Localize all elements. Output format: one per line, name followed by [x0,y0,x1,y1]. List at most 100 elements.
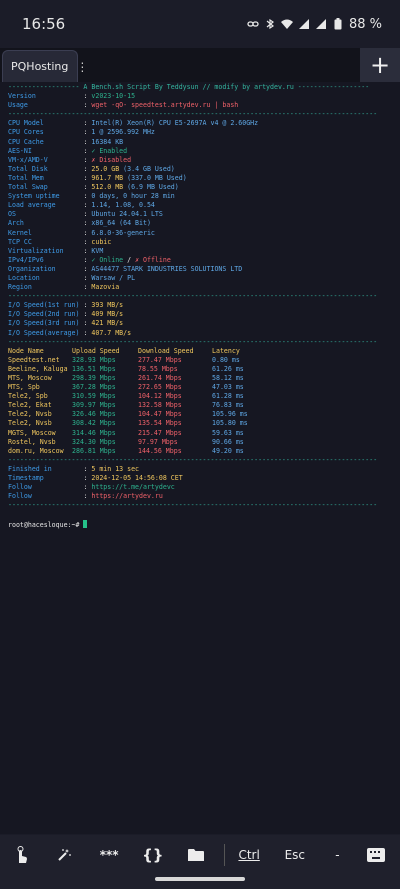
info-value: 961.7 MB [91,173,124,182]
io-key: I/O Speed(2nd run) [8,310,80,319]
io-value: 409 MB/s [91,310,124,319]
info-value: https://artydev.ru [91,492,163,501]
info-value: cubic [91,237,112,246]
dash-key[interactable]: - [323,835,353,875]
speed-cell: 309.97 Mbps [72,401,116,410]
speed-cell: MTS, Spb [8,383,40,392]
info-value-extra: ✗ Offline [135,255,171,264]
info-value: KVM [91,246,104,255]
key-padding [36,92,84,100]
speed-cell: 76.83 ms [212,401,244,410]
info-row: Total Swap : 512.0 MB (6.9 MB Used) [8,183,392,192]
key-padding [28,101,84,109]
info-key: Load average [8,201,56,210]
tab-menu-icon[interactable]: ⋮ [76,60,88,74]
speed-row: MTS, Moscow 298.39 Mbps 261.74 Mbps 58.12 m… [8,374,392,383]
speed-cell: Tele2, Ekat [8,401,52,410]
speed-cell: 310.59 Mbps [72,392,116,401]
key-padding [48,183,84,191]
speed-cell: 328.93 Mbps [72,355,116,364]
info-key: CPU Cache [8,137,44,146]
colon: : [79,319,92,328]
add-tab-button[interactable]: + [360,48,400,82]
info-key: Virtualization [8,246,64,255]
info-value: 6.8.0-36-generic [91,228,155,237]
key-padding [52,465,84,473]
speed-row: MGTS, Moscow 314.46 Mbps 215.47 Mbps 59.63 … [8,429,392,438]
esc-key[interactable]: Esc [267,835,323,875]
info-value: Ubuntu 24.04.1 LTS [91,210,163,219]
speed-cell: 135.54 Mbps [138,419,182,428]
tab-pqhosting[interactable]: PQHosting ⋮ [2,50,88,82]
info-key: CPU Cores [8,128,44,137]
status-bar: 16:56 88 % [0,0,400,48]
speed-cell: MGTS, Moscow [8,428,56,437]
speed-row: Tele2, Spb 310.59 Mbps 104.12 Mbps 61.28 ms [8,392,392,401]
speed-cell: 132.58 Mbps [138,401,182,410]
key-padding [48,165,84,173]
info-row: TCP CC : cubic [8,238,392,247]
ctrl-key[interactable]: Ctrl [231,835,267,875]
speed-column-header: Node Name [8,346,44,355]
speed-cell: 59.63 ms [212,428,244,437]
terminal-output[interactable]: ------------------ A Bench.sh Script By … [0,82,400,834]
braces-key[interactable]: {} [131,835,175,875]
info-value: AS44477 STARK INDUSTRIES SOLUTIONS LTD [91,264,243,273]
signal-icon [298,19,309,29]
key-padding [48,156,84,164]
info-value: 2024-12-05 14:56:08 CET [91,474,183,483]
speed-cell: 104.47 Mbps [138,410,182,419]
wifi-icon [280,19,293,29]
colon: : [79,301,92,310]
io-key: I/O Speed(1st run) [8,301,80,310]
info-row: CPU Cores : 1 @ 2596.992 MHz [8,128,392,137]
info-value: Intel(R) Xeon(R) CPU E5-2697A v4 @ 2.60G… [91,119,259,128]
key-padding [56,265,84,273]
info-value: ✗ Disabled [91,155,132,164]
info-key: Usage [8,101,28,110]
info-key: Total Disk [8,164,48,173]
key-padding [44,128,84,136]
speed-row: Tele2, Nvsb 326.46 Mbps 104.47 Mbps 105.96 … [8,410,392,419]
speed-cell: 47.03 ms [212,383,244,392]
speed-cell: 104.12 Mbps [138,392,182,401]
info-key: Location [8,273,40,282]
info-row: Follow : https://artydev.ru [8,492,392,501]
speed-cell: MTS, Moscow [8,374,52,382]
separator-line: ------------------ A Bench.sh Script By … [8,83,370,91]
speed-cell: 105.80 ms [212,419,248,428]
magic-wand-icon[interactable] [42,835,88,875]
speed-cell: 314.46 Mbps [72,428,116,437]
speed-row: MTS, Spb 367.28 Mbps 272.65 Mbps 47.03 ms [8,383,392,392]
info-key: Kernel [8,228,32,237]
info-value: 0 days, 0 hour 28 min [91,192,175,201]
separator-line: ----------------------------------------… [8,337,378,346]
io-row: I/O Speed(2nd run) : 409 MB/s [8,310,392,319]
info-value: x86_64 (64 Bit) [91,219,151,228]
info-row: IPv4/IPv6 : ✓ Online / ✗ Offline [8,256,392,265]
info-row: Virtualization : KVM [8,247,392,256]
info-key: TCP CC [8,237,32,246]
speed-column-header: Latency [212,346,240,355]
prompt-line: root@hacesloque:~# [8,519,392,530]
info-value: ✓ Online [91,255,124,264]
speed-row: Beeline, Kaluga 136.51 Mbps 78.55 Mbps 61.2… [8,365,392,374]
touch-icon[interactable] [0,835,42,875]
home-indicator[interactable] [155,877,245,881]
keyboard-icon[interactable] [352,835,400,875]
info-key: Version [8,92,36,101]
folder-icon[interactable] [175,835,219,875]
speed-row: dom.ru, Moscow 286.81 Mbps 144.56 Mbps 49.2… [8,447,392,456]
speed-cell: 0.80 ms [212,355,240,364]
info-key: Organization [8,264,56,273]
separator-line: ----------------------------------------… [8,110,378,119]
info-key: Region [8,283,32,292]
key-padding [24,219,84,227]
key-padding [32,229,84,237]
stars-key[interactable]: *** [87,835,131,875]
speed-cell: 215.47 Mbps [138,428,182,437]
speed-cell: 367.28 Mbps [72,383,116,392]
info-key: Total Mem [8,173,44,182]
info-row: AES-NI : ✓ Enabled [8,147,392,156]
key-padding [60,192,84,200]
